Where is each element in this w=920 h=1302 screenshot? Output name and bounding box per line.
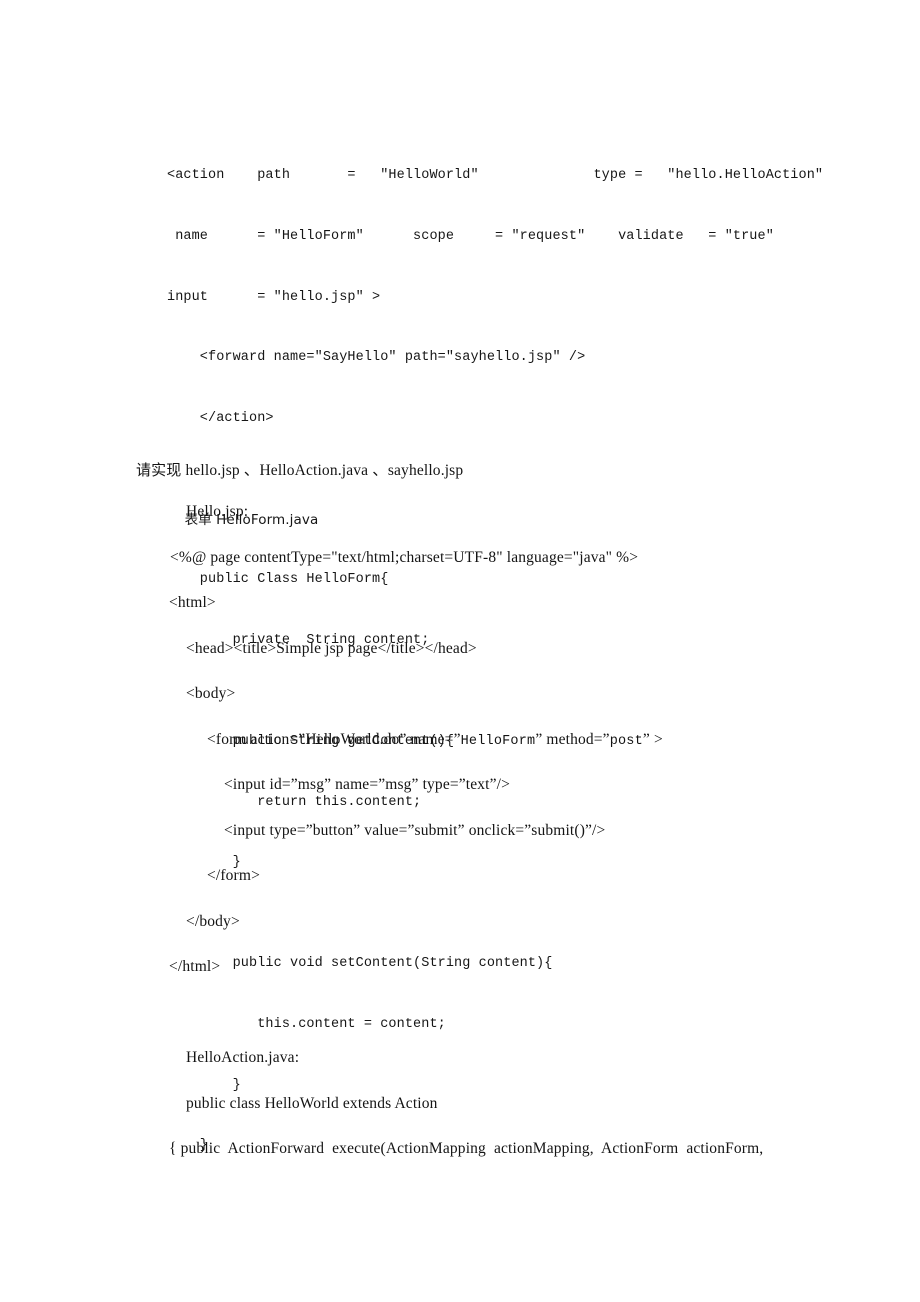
struts-action-code-block: <action path = ″HelloWorld″ type = ″hell…	[167, 126, 823, 1197]
form-open-prefix: <form action=”HelloWorld.do” name=”	[207, 731, 461, 748]
hello-action-execute-signature: { public ActionForward execute(ActionMap…	[169, 1140, 764, 1157]
code-line: <forward name=″SayHello″ path=″sayhello.…	[167, 350, 586, 366]
document-page: <action path = ″HelloWorld″ type = ″hell…	[0, 0, 920, 1302]
body-close-tag: </body>	[186, 913, 240, 930]
code-line: <action path = ″HelloWorld″ type = ″hell…	[167, 168, 824, 184]
code-line: return this.content;	[167, 794, 422, 810]
input-text-tag: <input id=”msg” name=”msg” type=”text”/>	[224, 776, 511, 793]
jsp-page-directive: <%@ page contentType="text/html;charset=…	[170, 549, 639, 566]
code-line: input = ″hello.jsp″ >	[167, 289, 381, 305]
code-line: name = ″HelloForm″ scope = ″request″ val…	[167, 229, 774, 245]
head-title-tag: <head><title>Simple jsp page</title></he…	[186, 640, 477, 657]
hello-jsp-heading: Hello.jsp:	[186, 503, 249, 520]
code-line: }	[167, 855, 241, 871]
code-line: public Class HelloForm{	[167, 572, 389, 588]
input-button-tag: <input type=”button” value=”submit” oncl…	[224, 822, 606, 839]
form-open-tag: <form action=”HelloWorld.do” name=”Hello…	[207, 731, 663, 749]
form-open-suffix: ” >	[642, 731, 663, 748]
html-open-tag: <html>	[169, 594, 216, 611]
html-close-tag: </html>	[169, 958, 221, 975]
code-line: this.content = content;	[167, 1016, 446, 1032]
instruction-line: 请实现 hello.jsp 、HelloAction.java 、sayhell…	[136, 458, 463, 480]
code-line: </action>	[167, 410, 274, 426]
code-line: public void setContent(String content){	[167, 956, 553, 972]
hello-action-heading: HelloAction.java:	[186, 1049, 300, 1066]
instruction-files: hello.jsp 、HelloAction.java 、sayhello.js…	[181, 462, 464, 479]
instruction-cjk-prefix: 请实现	[136, 461, 182, 479]
hello-action-class-decl: public class HelloWorld extends Action	[186, 1095, 438, 1112]
code-line-form-label: 表单 HelloForm.java	[167, 511, 319, 528]
form-open-mid: ” method=”	[535, 731, 610, 748]
code-line: }	[167, 1077, 241, 1093]
body-open-tag: <body>	[186, 685, 236, 702]
form-name-value: HelloForm	[460, 734, 536, 749]
form-method-value: post	[609, 734, 643, 749]
form-close-tag: </form>	[207, 867, 260, 884]
